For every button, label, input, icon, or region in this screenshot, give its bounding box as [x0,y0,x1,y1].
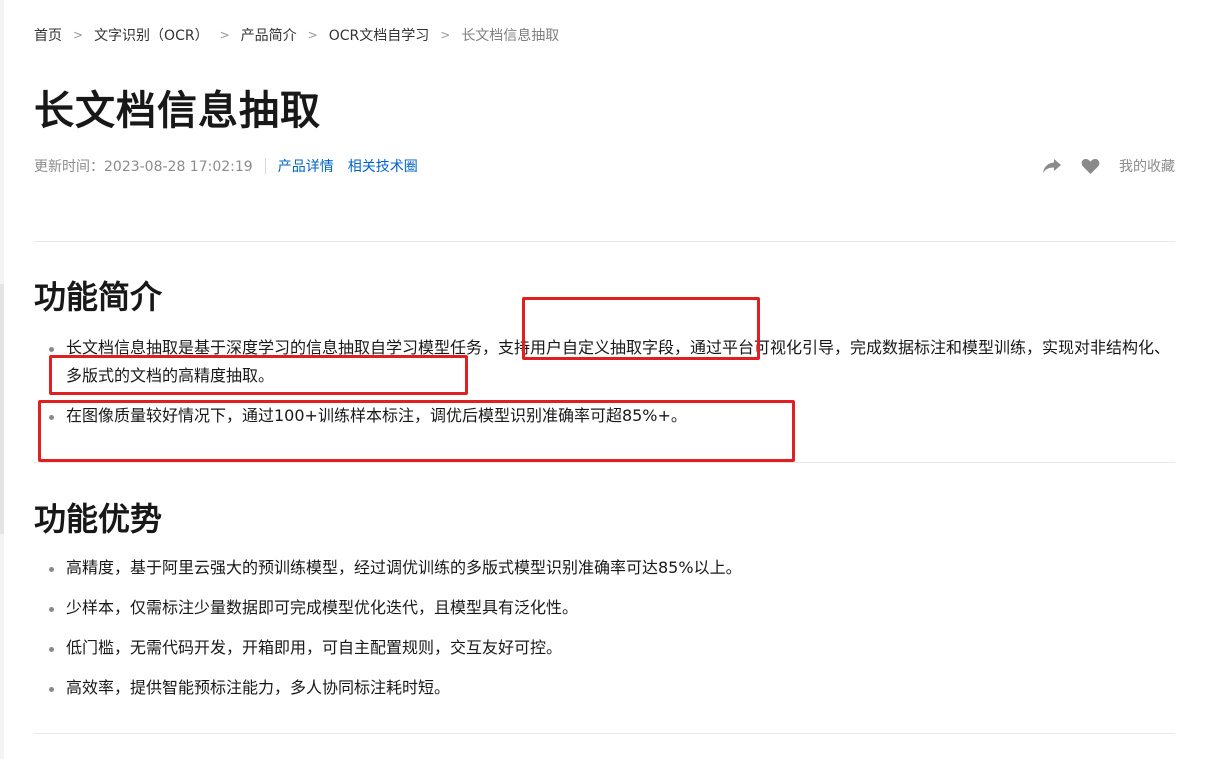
chevron-right-icon: > [219,28,230,42]
section-title-intro: 功能简介 [34,278,163,316]
divider [34,241,1175,242]
breadcrumb-item-ocr[interactable]: 文字识别（OCR） [94,25,209,45]
breadcrumb-current: 长文档信息抽取 [461,28,560,44]
share-icon[interactable] [1041,156,1063,176]
my-favorites-link[interactable]: 我的收藏 [1119,156,1175,176]
list-item: 高效率，提供智能预标注能力，多人协同标注耗时短。 [34,674,1175,702]
chevron-right-icon: > [307,28,318,42]
breadcrumb: 首页 > 文字识别（OCR） > 产品简介 > OCR文档自学习 > 长文档信息… [34,25,559,45]
intro-list: 长文档信息抽取是基于深度学习的信息抽取自学习模型任务，支持用户自定义抽取字段，通… [34,334,1175,430]
left-scroll-indicator [0,284,4,534]
chevron-right-icon: > [73,28,84,42]
breadcrumb-item-home[interactable]: 首页 [34,25,62,45]
breadcrumb-item-doc-self-learning[interactable]: OCR文档自学习 [329,25,430,45]
heart-icon[interactable] [1079,156,1101,176]
divider [34,733,1175,734]
related-tech-link[interactable]: 相关技术圈 [348,156,418,176]
list-item: 高精度，基于阿里云强大的预训练模型，经过调优训练的多版式模型识别准确率可达85%… [34,554,1175,582]
breadcrumb-item-product-intro[interactable]: 产品简介 [241,25,297,45]
divider [34,462,1175,463]
list-item: 长文档信息抽取是基于深度学习的信息抽取自学习模型任务，支持用户自定义抽取字段，通… [34,334,1175,390]
page-title: 长文档信息抽取 [34,88,321,134]
meta-divider [264,158,266,174]
update-time: 更新时间：2023-08-28 17:02:19 [34,159,253,175]
list-item: 低门槛，无需代码开发，开箱即用，可自主配置规则，交互友好可控。 [34,634,1175,662]
list-item: 在图像质量较好情况下，通过100+训练样本标注，调优后模型识别准确率可超85%+… [34,402,1175,430]
product-detail-link[interactable]: 产品详情 [278,156,334,176]
section-title-advantages: 功能优势 [34,500,163,538]
meta-row: 更新时间：2023-08-28 17:02:19 产品详情 相关技术圈 我的收藏 [34,156,1175,176]
chevron-right-icon: > [440,28,451,42]
meta-actions: 我的收藏 [1041,156,1175,176]
advantages-list: 高精度，基于阿里云强大的预训练模型，经过调优训练的多版式模型识别准确率可达85%… [34,554,1175,702]
list-item: 少样本，仅需标注少量数据即可完成模型优化迭代，且模型具有泛化性。 [34,594,1175,622]
